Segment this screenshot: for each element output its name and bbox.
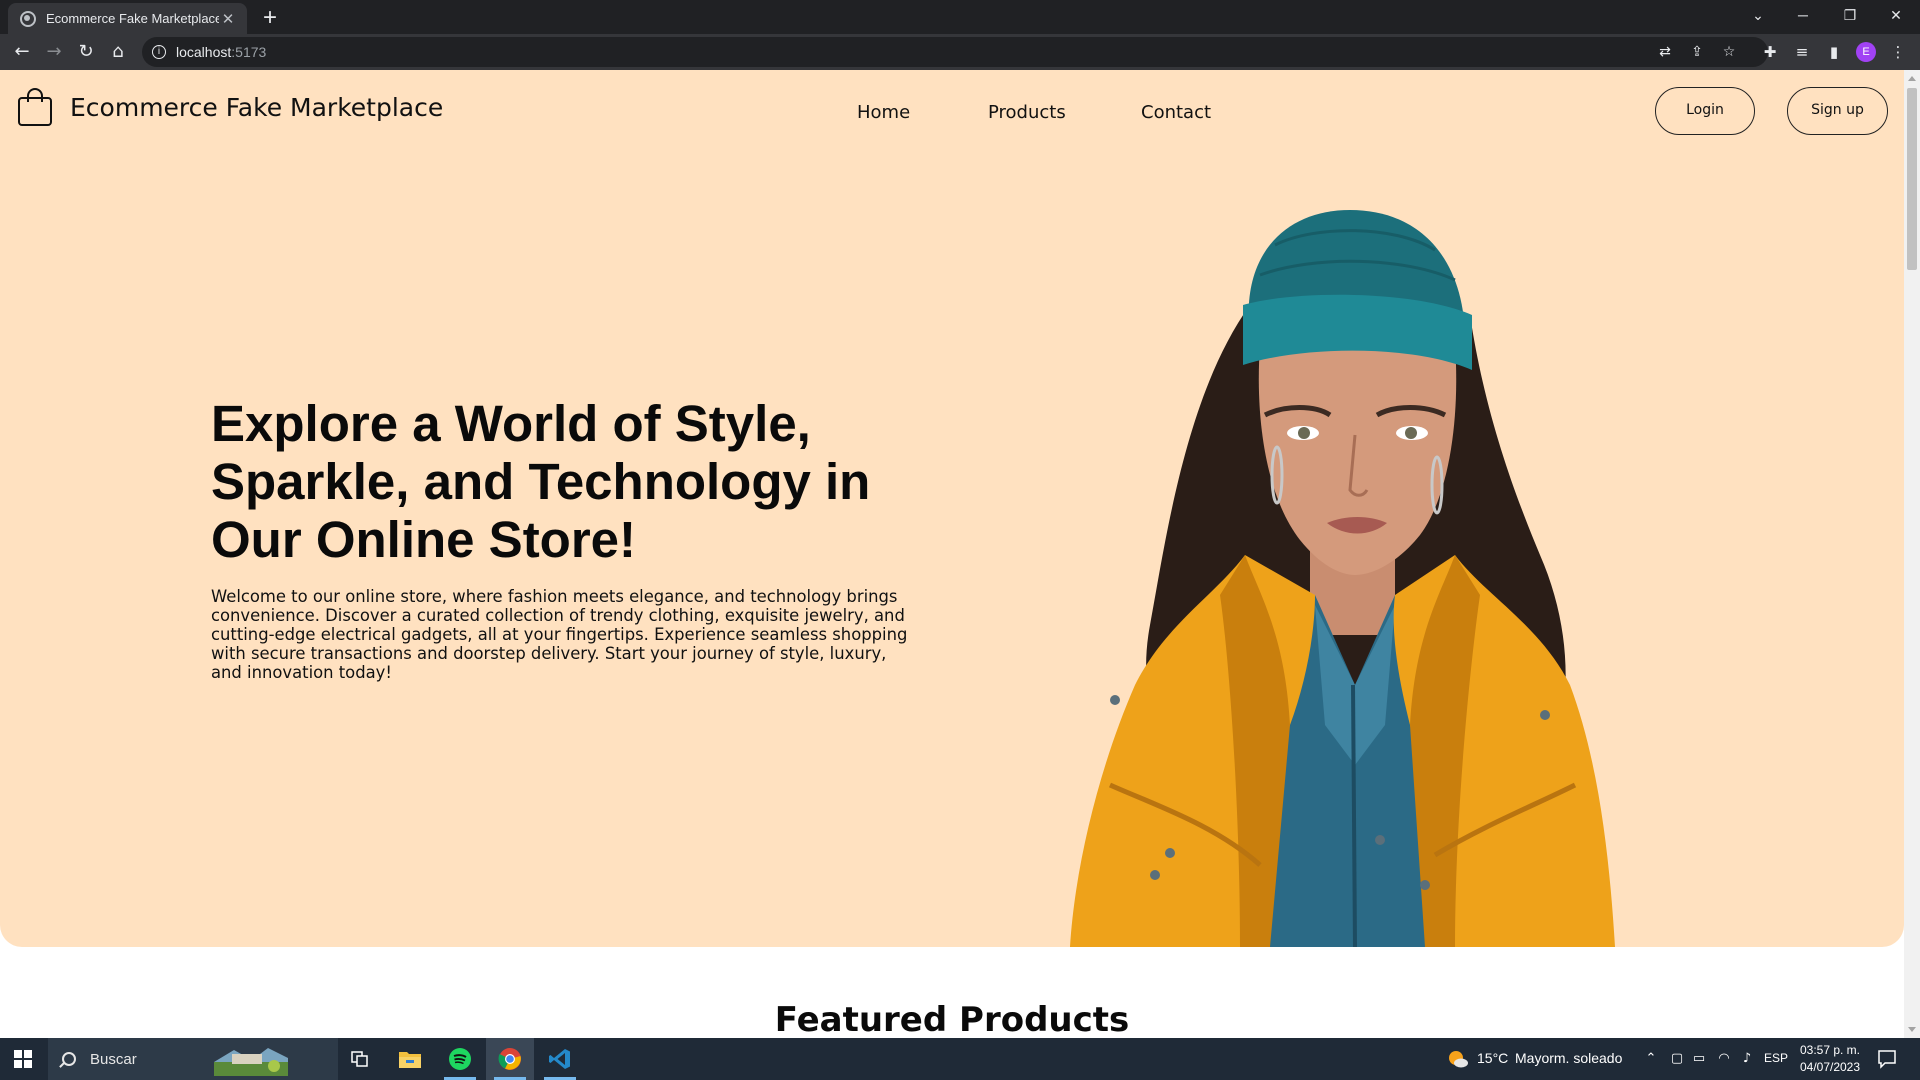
featured-products-title: Featured Products: [774, 1000, 1130, 1038]
hero-description-line: with secure transactions and doorstep de…: [211, 644, 887, 663]
search-icon: [62, 1052, 76, 1066]
profile-avatar[interactable]: E: [1856, 42, 1876, 62]
chrome-icon[interactable]: [486, 1038, 534, 1080]
clock-date: 04/07/2023: [1799, 1060, 1861, 1074]
reading-list-icon[interactable]: ≡: [1792, 42, 1812, 62]
search-placeholder: Buscar: [90, 1050, 137, 1068]
hero-section: Ecommerce Fake Marketplace Home Products…: [0, 70, 1904, 947]
tab-close-icon[interactable]: ✕: [219, 10, 237, 28]
windows-start-icon[interactable]: [14, 1050, 32, 1068]
hero-headline: Explore a World of Style, Sparkle, and T…: [211, 395, 931, 569]
url-host: localhost: [176, 44, 232, 60]
reload-icon[interactable]: ↻: [72, 38, 100, 66]
site-info-icon[interactable]: i: [152, 45, 166, 59]
hero-model-image: [1070, 210, 1615, 947]
hero-headline-line: Sparkle, and Technology in: [211, 453, 871, 510]
nav-products-link[interactable]: Products: [988, 102, 1066, 123]
scroll-down-arrow-icon[interactable]: [1908, 1027, 1916, 1032]
wifi-icon[interactable]: ◠: [1715, 1050, 1733, 1068]
battery-icon[interactable]: ▭: [1690, 1050, 1708, 1068]
translate-icon[interactable]: ⇄: [1656, 43, 1674, 61]
clock-time: 03:57 p. m.: [1799, 1043, 1861, 1057]
search-highlight-illustration-icon: [214, 1048, 288, 1076]
globe-icon: [20, 10, 36, 27]
hero-headline-line: Our Online Store!: [211, 511, 637, 568]
hero-description-line: convenience. Discover a curated collecti…: [211, 606, 905, 625]
shopping-bag-icon: [17, 87, 53, 127]
weather-temperature[interactable]: 15°C: [1477, 1050, 1508, 1066]
restore-button[interactable]: ❐: [1827, 0, 1873, 30]
spotify-icon[interactable]: [436, 1038, 484, 1080]
nav-home-link[interactable]: Home: [857, 102, 910, 123]
task-view-icon[interactable]: [336, 1038, 384, 1080]
page-viewport: Ecommerce Fake Marketplace Home Products…: [0, 70, 1904, 1038]
more-menu-icon[interactable]: ⋮: [1888, 42, 1908, 62]
input-language[interactable]: ESP: [1764, 1051, 1788, 1065]
share-icon[interactable]: ⇪: [1688, 43, 1706, 61]
hero-description-line: and innovation today!: [211, 663, 392, 682]
hero-description: Welcome to our online store, where fashi…: [211, 587, 911, 682]
address-bar[interactable]: i localhost:5173 ⇄ ⇪ ☆: [142, 37, 1768, 67]
clock[interactable]: 03:57 p. m. 04/07/2023: [1790, 1042, 1870, 1076]
hero-headline-line: Explore a World of Style,: [211, 395, 811, 452]
login-button[interactable]: Login: [1655, 87, 1755, 135]
file-explorer-icon[interactable]: [386, 1038, 434, 1080]
vscode-icon[interactable]: [536, 1038, 584, 1080]
browser-tab-bar: Ecommerce Fake Marketplace ✕ + ⌄ ─ ❐ ✕: [0, 0, 1920, 34]
hero-description-line: cutting-edge electrical gadgets, all at …: [211, 625, 908, 644]
bookmark-star-icon[interactable]: ☆: [1720, 43, 1738, 61]
extensions-icon[interactable]: ✚: [1760, 42, 1780, 62]
tab-title: Ecommerce Fake Marketplace: [46, 11, 219, 26]
scroll-up-arrow-icon[interactable]: [1908, 76, 1916, 81]
windows-taskbar: Buscar 15°C Mayorm. soleado ⌃ ▢ ▭ ◠ ♪ ES…: [0, 1038, 1920, 1080]
weather-icon[interactable]: [1447, 1049, 1469, 1069]
close-window-button[interactable]: ✕: [1873, 0, 1919, 30]
side-panel-icon[interactable]: ▮: [1824, 42, 1844, 62]
brand[interactable]: Ecommerce Fake Marketplace: [17, 87, 443, 127]
taskbar-search[interactable]: Buscar: [48, 1038, 338, 1080]
tab-search-button[interactable]: ⌄: [1735, 0, 1781, 30]
hero-description-line: Welcome to our online store, where fashi…: [211, 587, 898, 606]
browser-toolbar: ← → ↻ ⌂ i localhost:5173 ⇄ ⇪ ☆ ✚ ≡ ▮ E ⋮: [0, 34, 1920, 70]
brand-name: Ecommerce Fake Marketplace: [70, 92, 444, 122]
volume-icon[interactable]: ♪: [1738, 1050, 1756, 1068]
home-icon[interactable]: ⌂: [104, 38, 132, 66]
forward-arrow-icon[interactable]: →: [40, 38, 68, 66]
scroll-thumb[interactable]: [1907, 88, 1917, 270]
nav-contact-link[interactable]: Contact: [1141, 102, 1211, 123]
page-scrollbar[interactable]: [1904, 70, 1920, 1038]
new-tab-button[interactable]: +: [256, 5, 284, 33]
signup-button[interactable]: Sign up: [1787, 87, 1888, 135]
meet-now-icon[interactable]: ▢: [1668, 1050, 1686, 1068]
show-hidden-icons-chevron-icon[interactable]: ⌃: [1642, 1050, 1660, 1068]
weather-description[interactable]: Mayorm. soleado: [1515, 1050, 1622, 1066]
browser-tab[interactable]: Ecommerce Fake Marketplace ✕: [8, 3, 247, 34]
minimize-button[interactable]: ─: [1780, 0, 1826, 30]
back-arrow-icon[interactable]: ←: [8, 38, 36, 66]
notifications-icon[interactable]: [1877, 1049, 1897, 1069]
url-port: :5173: [231, 44, 267, 60]
